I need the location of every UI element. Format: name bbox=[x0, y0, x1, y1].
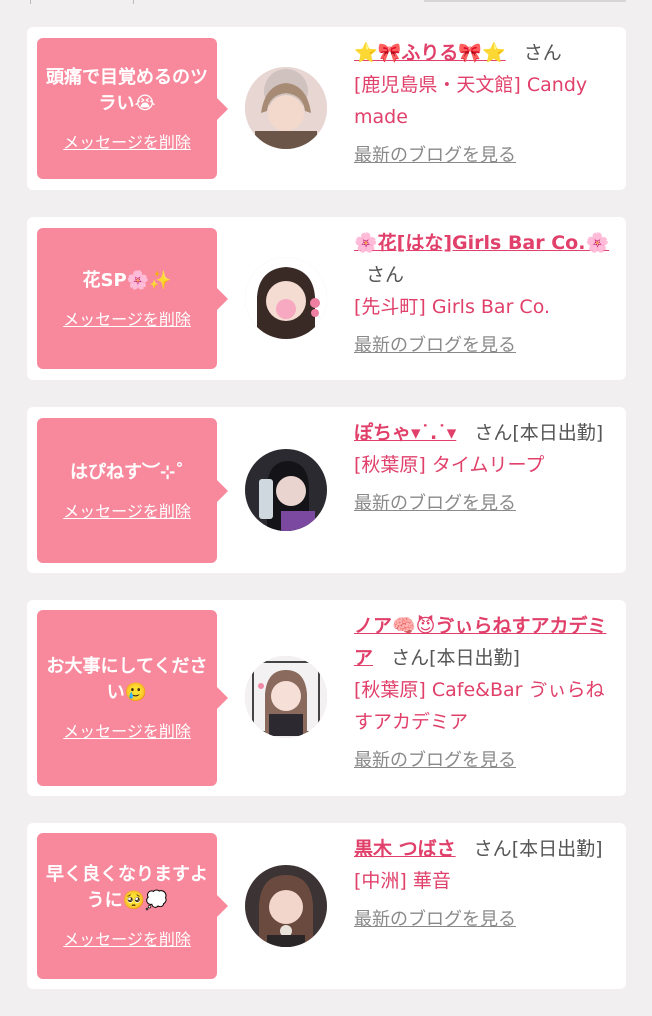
latest-blog-link[interactable]: 最新のブログを見る bbox=[354, 489, 516, 515]
honorific: さん bbox=[366, 264, 405, 286]
cast-info: ぽちゃ▾˙.˙▾ さん[本日出勤] [秋葉原] タイムリープ 最新のブログを見る bbox=[354, 417, 614, 515]
cast-info: ノア🧠😈ゔぃらねすアカデミア さん[本日出勤] [秋葉原] Cafe&Bar ゔ… bbox=[354, 610, 614, 772]
delete-message-link[interactable]: メッセージを削除 bbox=[63, 718, 191, 742]
avatar[interactable] bbox=[245, 449, 327, 531]
avatar[interactable] bbox=[245, 67, 327, 149]
cast-name-link[interactable]: ⭐🎀ふりる🎀⭐ bbox=[354, 42, 506, 64]
message-bubble: 早く良くなりますように🥺💭 メッセージを削除 bbox=[37, 833, 228, 979]
message-list: 頭痛で目覚めるのツラい😭 メッセージを削除 ⭐🎀ふりる🎀⭐ さん [鹿児島県・天… bbox=[27, 27, 626, 1016]
message-card: 早く良くなりますように🥺💭 メッセージを削除 黒木 つばさ さん[本日出勤] [… bbox=[27, 823, 626, 989]
message-bubble: お大事にしてください🥲 メッセージを削除 bbox=[37, 610, 228, 786]
shop-label: [秋葉原] タイムリープ bbox=[354, 454, 545, 476]
cast-name-link[interactable]: 黒木 つばさ bbox=[354, 838, 456, 860]
message-card: 花SP🌸✨ メッセージを削除 🌸花[はな]Girls Bar Co.🌸 さん [… bbox=[27, 217, 626, 380]
latest-blog-link[interactable]: 最新のブログを見る bbox=[354, 746, 516, 772]
delete-message-link[interactable]: メッセージを削除 bbox=[63, 926, 191, 950]
message-card: はぴねす︶⊹˚ メッセージを削除 ぽちゃ▾˙.˙▾ さん[本日出勤] [秋葉原]… bbox=[27, 407, 626, 573]
cast-info: 黒木 つばさ さん[本日出勤] [中洲] 華音 最新のブログを見る bbox=[354, 833, 614, 931]
top-edge bbox=[0, 0, 652, 12]
message-bubble: 花SP🌸✨ メッセージを削除 bbox=[37, 228, 228, 369]
shop-label: [先斗町] Girls Bar Co. bbox=[354, 296, 551, 318]
avatar[interactable] bbox=[245, 865, 327, 947]
message-text: 花SP🌸✨ bbox=[82, 269, 172, 291]
latest-blog-link[interactable]: 最新のブログを見る bbox=[354, 905, 516, 931]
cast-info: ⭐🎀ふりる🎀⭐ さん [鹿児島県・天文館] Candy made 最新のブログを… bbox=[354, 37, 614, 167]
message-bubble: はぴねす︶⊹˚ メッセージを削除 bbox=[37, 418, 228, 563]
message-text: 頭痛で目覚めるのツラい😭 bbox=[46, 66, 208, 114]
delete-message-link[interactable]: メッセージを削除 bbox=[63, 498, 191, 522]
message-text: 早く良くなりますように🥺💭 bbox=[46, 864, 208, 911]
delete-message-link[interactable]: メッセージを削除 bbox=[63, 306, 191, 330]
avatar[interactable] bbox=[245, 257, 327, 339]
attendance-status: [本日出勤] bbox=[511, 838, 603, 860]
message-card: 頭痛で目覚めるのツラい😭 メッセージを削除 ⭐🎀ふりる🎀⭐ さん [鹿児島県・天… bbox=[27, 27, 626, 190]
honorific: さん bbox=[391, 647, 430, 669]
cast-name-link[interactable]: ぽちゃ▾˙.˙▾ bbox=[354, 422, 456, 444]
cast-name-link[interactable]: 🌸花[はな]Girls Bar Co.🌸 bbox=[354, 232, 609, 254]
cast-info: 🌸花[はな]Girls Bar Co.🌸 さん [先斗町] Girls Bar … bbox=[354, 227, 614, 357]
message-text: お大事にしてください🥲 bbox=[46, 656, 208, 703]
honorific: さん bbox=[523, 42, 562, 64]
attendance-status: [本日出勤] bbox=[512, 422, 604, 444]
latest-blog-link[interactable]: 最新のブログを見る bbox=[354, 331, 516, 357]
top-divider-middle bbox=[133, 0, 134, 4]
honorific: さん bbox=[474, 422, 513, 444]
shop-label: [秋葉原] Cafe&Bar ゔぃらねすアカデミア bbox=[354, 679, 605, 733]
latest-blog-link[interactable]: 最新のブログを見る bbox=[354, 141, 516, 167]
honorific: さん bbox=[473, 838, 512, 860]
attendance-status: [本日出勤] bbox=[429, 647, 520, 669]
avatar[interactable] bbox=[245, 656, 327, 738]
delete-message-link[interactable]: メッセージを削除 bbox=[63, 129, 191, 153]
message-card: お大事にしてください🥲 メッセージを削除 ノア🧠😈ゔぃらねすアカデミア さん[本… bbox=[27, 600, 626, 796]
top-divider-right bbox=[424, 0, 626, 2]
top-divider-left bbox=[30, 0, 31, 4]
shop-label: [鹿児島県・天文館] Candy made bbox=[354, 74, 588, 128]
message-bubble: 頭痛で目覚めるのツラい😭 メッセージを削除 bbox=[37, 38, 228, 179]
message-text: はぴねす︶⊹˚ bbox=[69, 461, 185, 483]
shop-label: [中洲] 華音 bbox=[354, 870, 451, 892]
